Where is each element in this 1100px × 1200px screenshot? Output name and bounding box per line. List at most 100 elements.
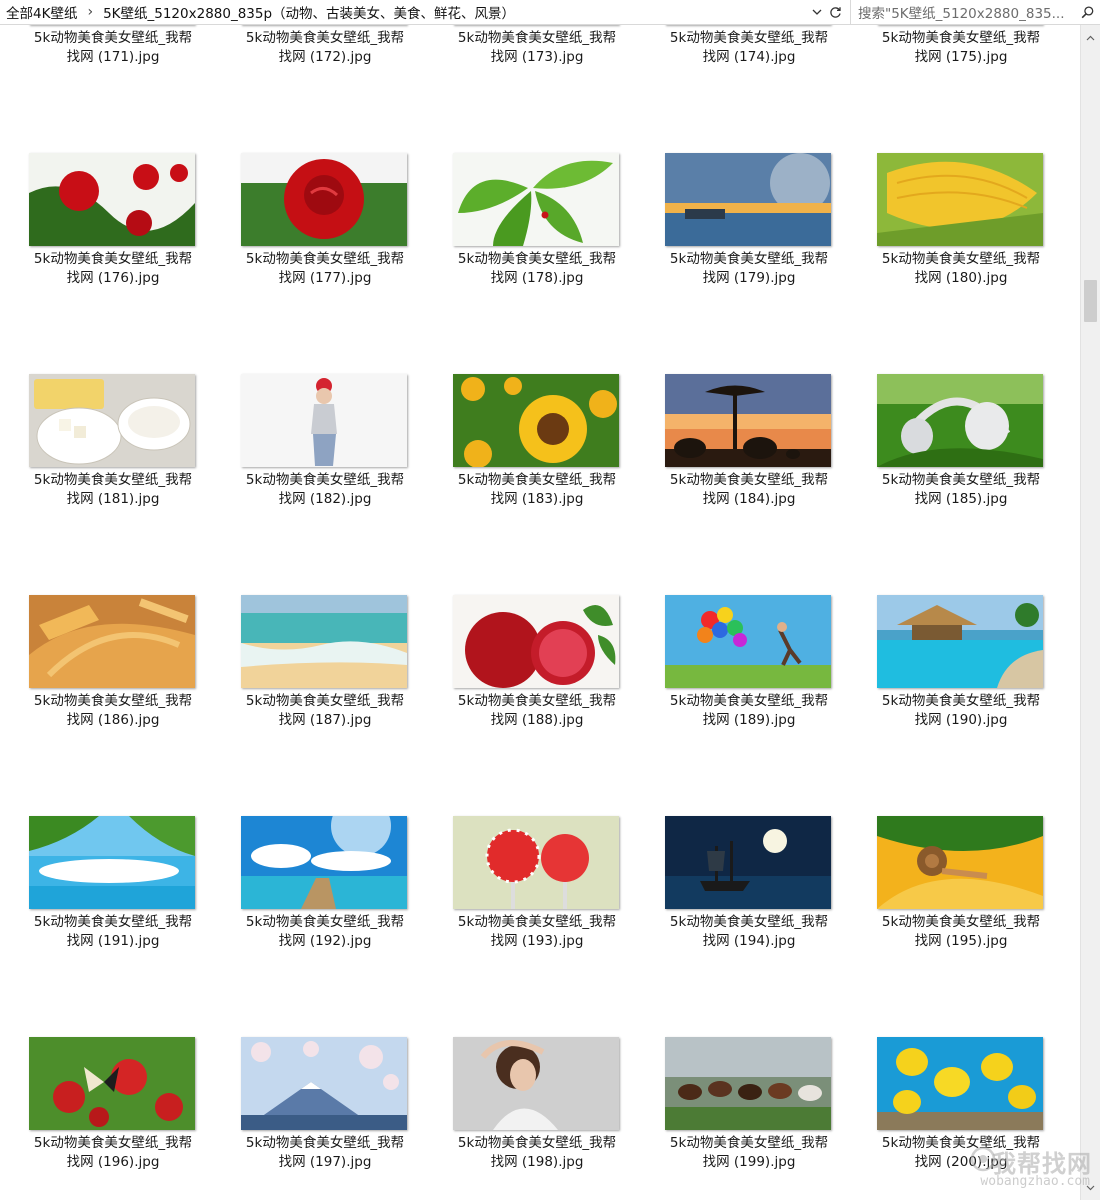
breadcrumb: 全部4K壁纸 › 5K壁纸_5120x2880_835p（动物、古装美女、美食、… xyxy=(0,0,808,24)
file-item[interactable]: 5k动物美食美女壁纸_我帮 找网 (182).jpg xyxy=(230,272,442,507)
thumbnail-image xyxy=(665,816,831,909)
file-name-line1: 5k动物美食美女壁纸_我帮 xyxy=(33,914,193,930)
file-item[interactable]: 5k动物美食美女壁纸_我帮 找网 (178).jpg xyxy=(442,51,654,286)
file-name-line1: 5k动物美食美女壁纸_我帮 xyxy=(33,1135,193,1151)
file-name-line1: 5k动物美食美女壁纸_我帮 xyxy=(881,914,1041,930)
file-thumbnail[interactable] xyxy=(453,153,619,246)
file-name-line1: 5k动物美食美女壁纸_我帮 xyxy=(669,914,829,930)
file-name-line1: 5k动物美食美女壁纸_我帮 xyxy=(457,693,617,709)
file-item[interactable]: 5k动物美食美女壁纸_我帮 找网 (188).jpg xyxy=(442,493,654,728)
file-thumbnail[interactable] xyxy=(241,1037,407,1130)
chevron-down-icon xyxy=(1086,1185,1095,1190)
file-item[interactable]: 5k动物美食美女壁纸_我帮 找网 (179).jpg xyxy=(654,51,866,286)
file-item[interactable]: 5k动物美食美女壁纸_我帮 找网 (176).jpg xyxy=(18,51,230,286)
scroll-up-button[interactable] xyxy=(1081,29,1100,46)
file-item[interactable]: 5k动物美食美女壁纸_我帮 找网 (198).jpg xyxy=(442,935,654,1170)
file-thumbnail[interactable] xyxy=(665,595,831,688)
scrollbar-thumb[interactable] xyxy=(1084,280,1097,322)
file-thumbnail[interactable] xyxy=(241,816,407,909)
file-item[interactable]: 5k动物美食美女壁纸_我帮 找网 (196).jpg xyxy=(18,935,230,1170)
vertical-scrollbar[interactable] xyxy=(1080,25,1100,1200)
thumbnail-image xyxy=(241,816,407,909)
file-thumbnail[interactable] xyxy=(241,595,407,688)
file-name-line1: 5k动物美食美女壁纸_我帮 xyxy=(457,30,617,46)
refresh-icon xyxy=(829,6,841,18)
file-item[interactable]: 5k动物美食美女壁纸_我帮 找网 (171).jpg xyxy=(18,25,230,65)
thumbnail-image xyxy=(29,1037,195,1130)
file-thumbnail[interactable] xyxy=(453,374,619,467)
file-name-line1: 5k动物美食美女壁纸_我帮 xyxy=(245,30,405,46)
file-thumbnail[interactable] xyxy=(665,816,831,909)
file-item[interactable]: 5k动物美食美女壁纸_我帮 找网 (181).jpg xyxy=(18,272,230,507)
address-history-dropdown[interactable] xyxy=(808,0,826,24)
thumbnail-image xyxy=(665,595,831,688)
file-thumbnail[interactable] xyxy=(29,816,195,909)
file-item[interactable]: 5k动物美食美女壁纸_我帮 找网 (175).jpg xyxy=(866,25,1078,65)
file-thumbnail[interactable] xyxy=(665,153,831,246)
file-name-label: 5k动物美食美女壁纸_我帮 找网 (196).jpg xyxy=(18,1134,208,1172)
file-thumbnail[interactable] xyxy=(665,374,831,467)
file-item[interactable]: 5k动物美食美女壁纸_我帮 找网 (195).jpg xyxy=(866,714,1078,949)
file-item[interactable]: 5k动物美食美女壁纸_我帮 找网 (190).jpg xyxy=(866,493,1078,728)
thumbnail-image xyxy=(453,595,619,688)
thumbnail-image xyxy=(241,1037,407,1130)
file-name-line2: 找网 (197).jpg xyxy=(278,1154,372,1170)
search-button[interactable] xyxy=(1074,0,1100,24)
file-item[interactable]: 5k动物美食美女壁纸_我帮 找网 (197).jpg xyxy=(230,935,442,1170)
file-thumbnail[interactable] xyxy=(29,595,195,688)
file-thumbnail[interactable] xyxy=(241,153,407,246)
file-item[interactable]: 5k动物美食美女壁纸_我帮 找网 (174).jpg xyxy=(654,25,866,65)
file-list-view[interactable]: 5k动物美食美女壁纸_我帮 找网 (171).jpg 5k动物美食美女壁纸_我帮 找网… xyxy=(0,25,1080,1200)
file-name-line1: 5k动物美食美女壁纸_我帮 xyxy=(881,1135,1041,1151)
file-thumbnail[interactable] xyxy=(29,1037,195,1130)
thumbnail-image xyxy=(665,1037,831,1130)
file-thumbnail[interactable] xyxy=(453,1037,619,1130)
search-input[interactable]: 搜索"5K壁纸_5120x2880_835... xyxy=(851,2,1074,22)
thumbnail-image xyxy=(453,1037,619,1130)
file-item[interactable]: 5k动物美食美女壁纸_我帮 找网 (194).jpg xyxy=(654,714,866,949)
thumbnail-image xyxy=(453,153,619,246)
file-name-line1: 5k动物美食美女壁纸_我帮 xyxy=(245,251,405,267)
file-item[interactable]: 5k动物美食美女壁纸_我帮 找网 (200).jpg xyxy=(866,935,1078,1170)
file-item[interactable]: 5k动物美食美女壁纸_我帮 找网 (183).jpg xyxy=(442,272,654,507)
address-toolbar: 全部4K壁纸 › 5K壁纸_5120x2880_835p（动物、古装美女、美食、… xyxy=(0,0,1100,25)
file-item[interactable]: 5k动物美食美女壁纸_我帮 找网 (186).jpg xyxy=(18,493,230,728)
file-item[interactable]: 5k动物美食美女壁纸_我帮 找网 (193).jpg xyxy=(442,714,654,949)
file-thumbnail[interactable] xyxy=(29,153,195,246)
file-thumbnail[interactable] xyxy=(665,1037,831,1130)
file-item[interactable]: 5k动物美食美女壁纸_我帮 找网 (192).jpg xyxy=(230,714,442,949)
file-item[interactable]: 5k动物美食美女壁纸_我帮 找网 (191).jpg xyxy=(18,714,230,949)
file-thumbnail[interactable] xyxy=(453,595,619,688)
file-item[interactable]: 5k动物美食美女壁纸_我帮 找网 (199).jpg xyxy=(654,935,866,1170)
thumbnail-image xyxy=(241,595,407,688)
file-thumbnail[interactable] xyxy=(877,374,1043,467)
scroll-down-button[interactable] xyxy=(1081,1179,1100,1196)
refresh-button[interactable] xyxy=(826,0,844,24)
file-name-line1: 5k动物美食美女壁纸_我帮 xyxy=(245,914,405,930)
file-item[interactable]: 5k动物美食美女壁纸_我帮 找网 (184).jpg xyxy=(654,272,866,507)
file-item[interactable]: 5k动物美食美女壁纸_我帮 找网 (185).jpg xyxy=(866,272,1078,507)
file-thumbnail[interactable] xyxy=(29,374,195,467)
file-thumbnail[interactable] xyxy=(241,374,407,467)
file-name-line1: 5k动物美食美女壁纸_我帮 xyxy=(457,251,617,267)
file-thumbnail[interactable] xyxy=(877,595,1043,688)
file-name-line2: 找网 (196).jpg xyxy=(66,1154,160,1170)
file-thumbnail[interactable] xyxy=(453,816,619,909)
file-item[interactable]: 5k动物美食美女壁纸_我帮 找网 (172).jpg xyxy=(230,25,442,65)
file-name-line1: 5k动物美食美女壁纸_我帮 xyxy=(881,251,1041,267)
file-name-line1: 5k动物美食美女壁纸_我帮 xyxy=(881,30,1041,46)
search-field[interactable]: 搜索"5K壁纸_5120x2880_835... xyxy=(850,0,1100,24)
file-item[interactable]: 5k动物美食美女壁纸_我帮 找网 (189).jpg xyxy=(654,493,866,728)
file-thumbnail[interactable] xyxy=(877,1037,1043,1130)
file-thumbnail[interactable] xyxy=(877,816,1043,909)
file-item[interactable]: 5k动物美食美女壁纸_我帮 找网 (180).jpg xyxy=(866,51,1078,286)
file-item[interactable]: 5k动物美食美女壁纸_我帮 找网 (177).jpg xyxy=(230,51,442,286)
file-thumbnail[interactable] xyxy=(877,153,1043,246)
breadcrumb-item-root[interactable]: 全部4K壁纸 xyxy=(0,2,83,22)
breadcrumb-separator-icon[interactable]: › xyxy=(83,4,97,20)
thumbnail-image xyxy=(877,816,1043,909)
breadcrumb-item-current-folder[interactable]: 5K壁纸_5120x2880_835p（动物、古装美女、美食、鲜花、风景） xyxy=(97,2,521,22)
file-item[interactable]: 5k动物美食美女壁纸_我帮 找网 (173).jpg xyxy=(442,25,654,65)
file-name-label: 5k动物美食美女壁纸_我帮 找网 (198).jpg xyxy=(442,1134,632,1172)
file-item[interactable]: 5k动物美食美女壁纸_我帮 找网 (187).jpg xyxy=(230,493,442,728)
